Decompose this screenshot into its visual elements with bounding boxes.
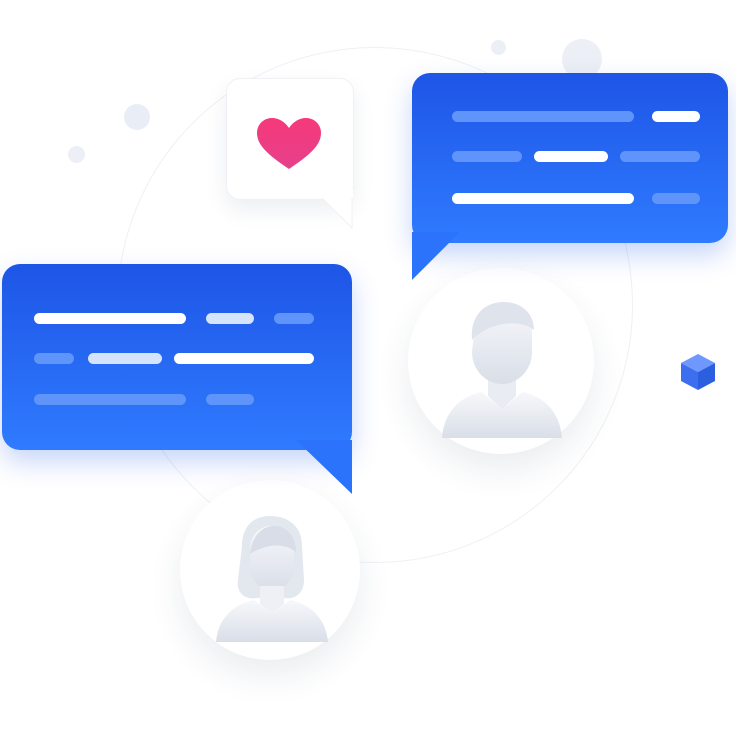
heart-card-tail <box>313 190 353 230</box>
text-placeholder-bar <box>34 394 186 405</box>
text-placeholder-bar <box>206 394 254 405</box>
text-placeholder-bar <box>534 151 608 162</box>
right-bubble-tail <box>412 232 460 280</box>
text-placeholder-bar <box>206 313 254 324</box>
female-user-icon <box>216 516 328 642</box>
decor-dot <box>124 104 150 130</box>
male-user-icon <box>442 302 562 438</box>
chat-illustration <box>0 0 736 744</box>
cube-icon <box>681 354 715 390</box>
text-placeholder-bar <box>652 111 700 122</box>
text-placeholder-bar <box>452 193 634 204</box>
text-placeholder-bar <box>452 111 634 122</box>
heart-icon <box>257 118 321 169</box>
text-placeholder-bar <box>620 151 700 162</box>
text-placeholder-bar <box>88 353 162 364</box>
decor-dot <box>491 40 506 55</box>
text-placeholder-bar <box>452 151 522 162</box>
text-placeholder-bar <box>174 353 314 364</box>
text-placeholder-bar <box>652 193 700 204</box>
text-placeholder-bar <box>34 313 186 324</box>
text-placeholder-bar <box>274 313 314 324</box>
decor-dot <box>68 146 85 163</box>
left-bubble-tail <box>296 440 352 494</box>
text-placeholder-bar <box>34 353 74 364</box>
